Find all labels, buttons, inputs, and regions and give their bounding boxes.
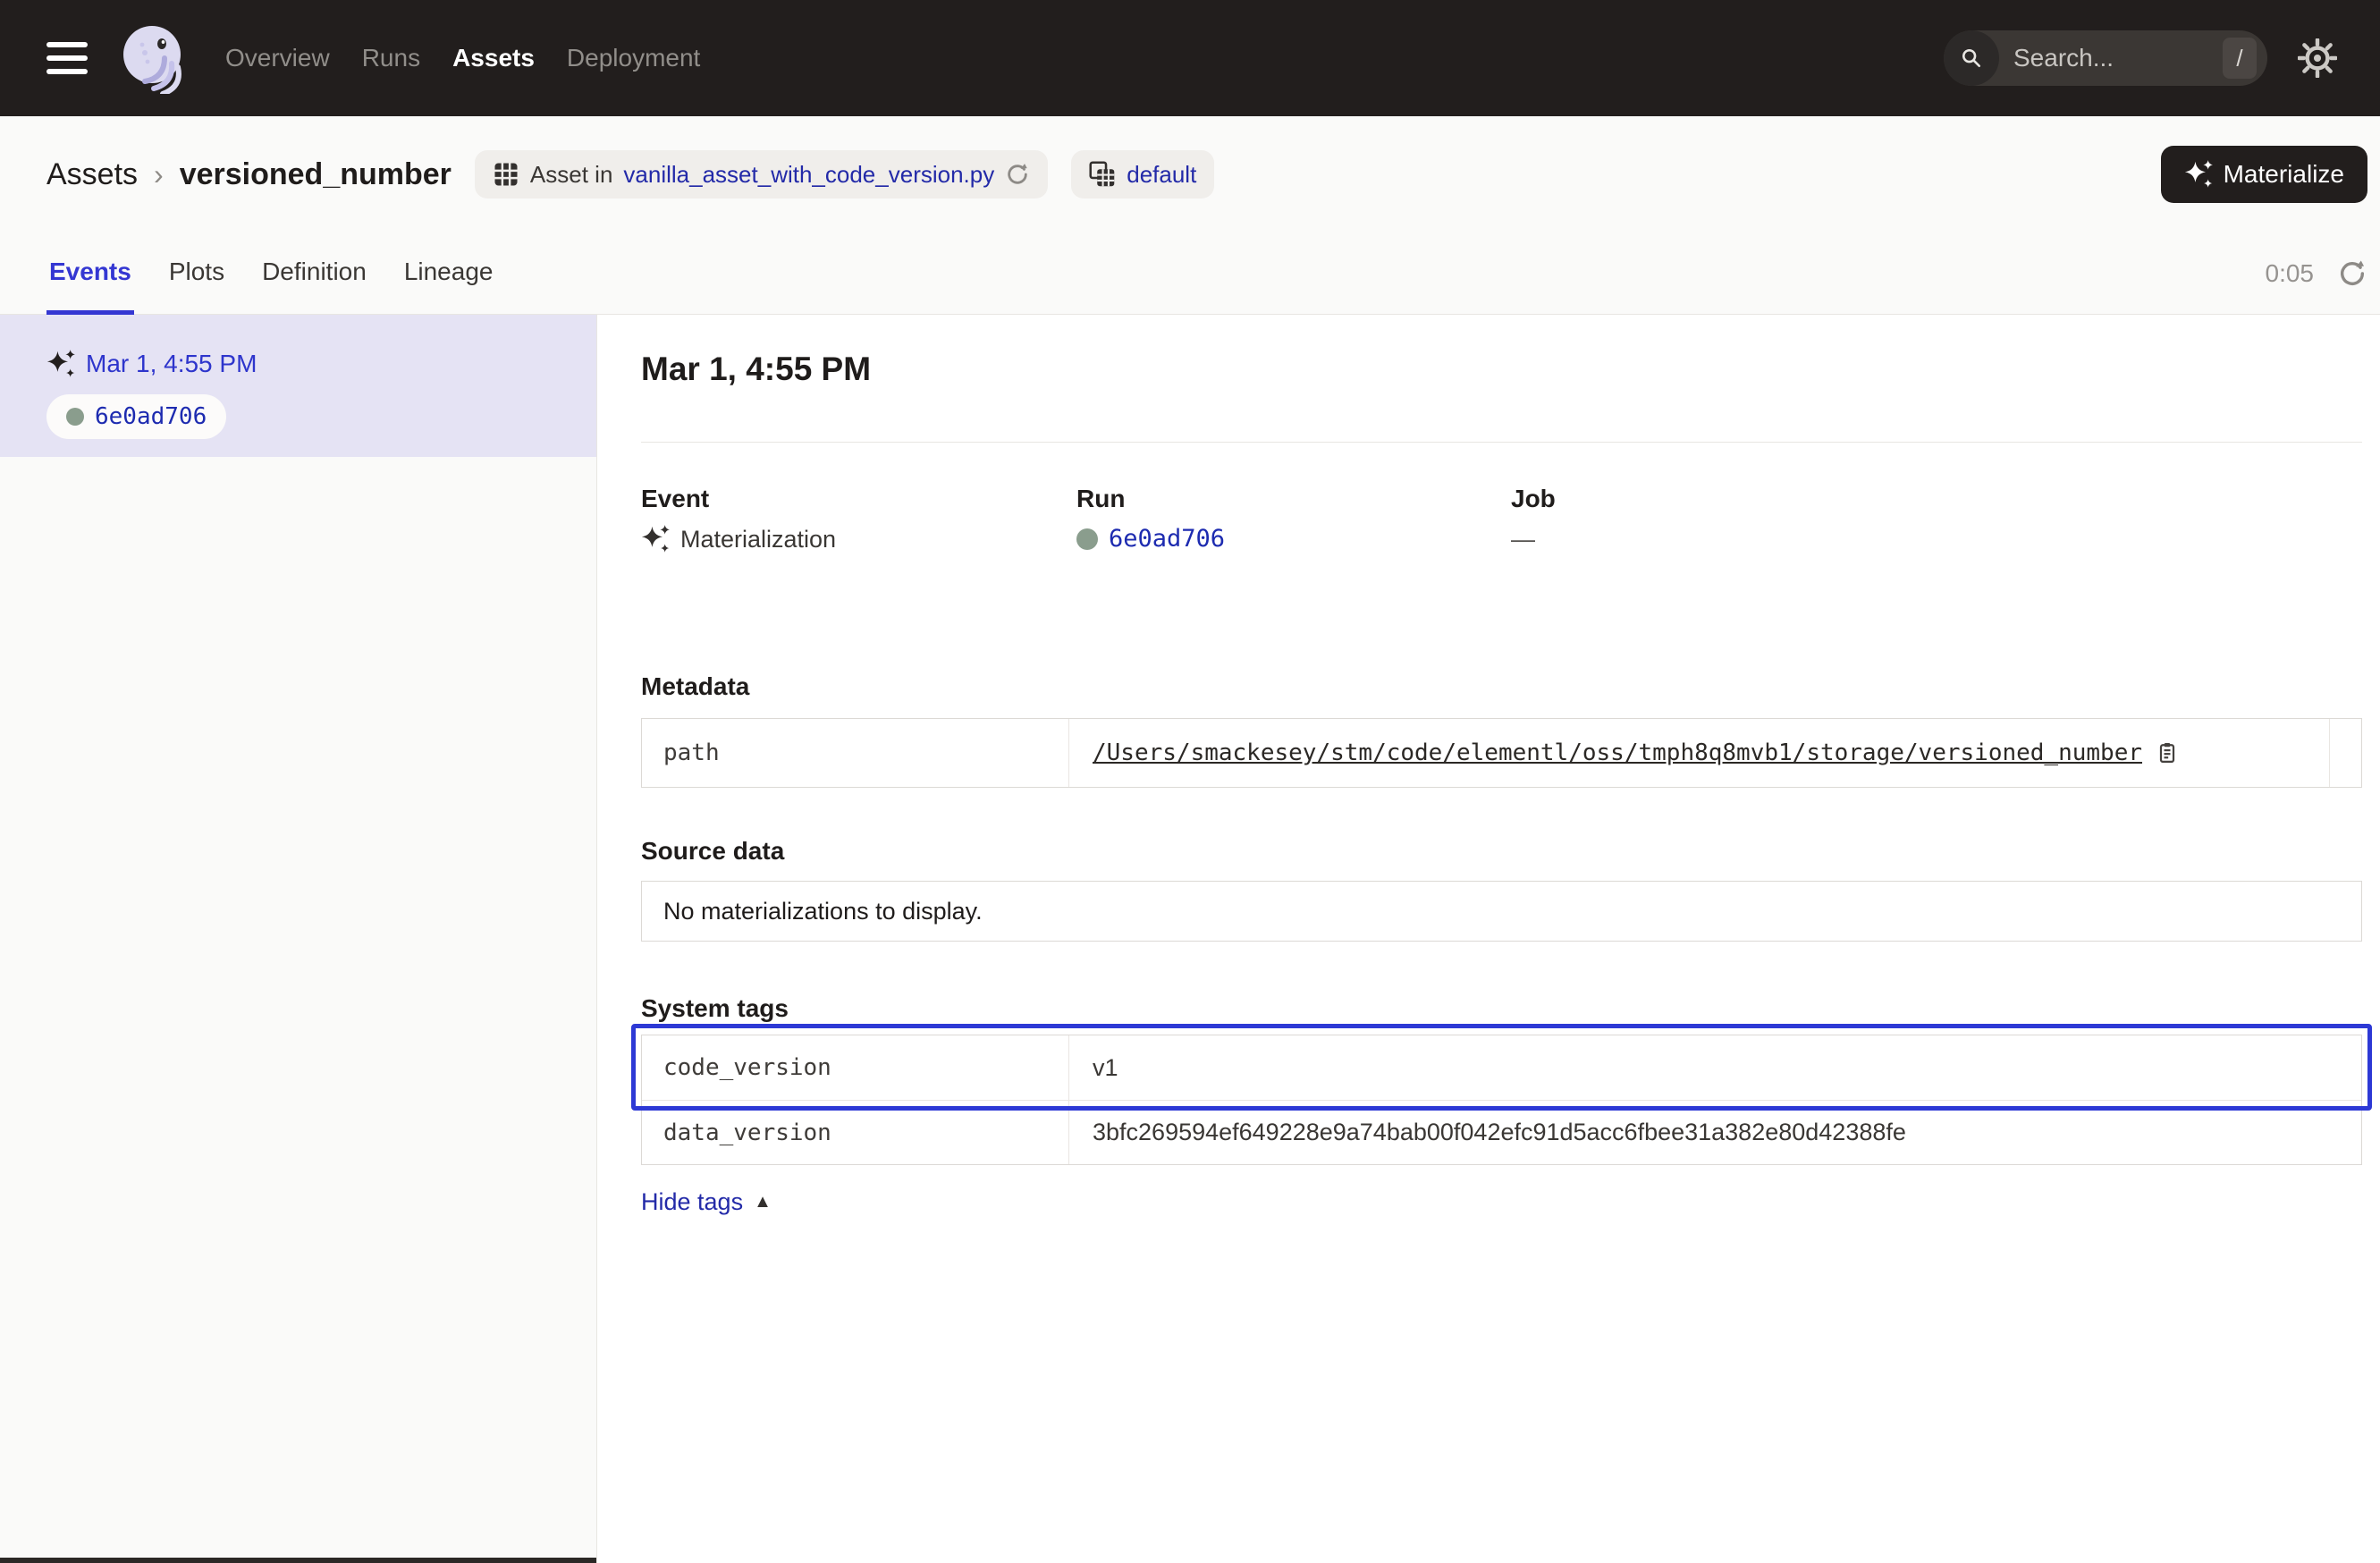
primary-nav: Overview Runs Assets Deployment — [225, 44, 700, 72]
run-column-header: Run — [1076, 484, 1511, 514]
nav-item-runs[interactable]: Runs — [362, 44, 420, 72]
table-end-cell — [2329, 719, 2361, 787]
divider — [641, 442, 2362, 443]
asset-chip-prefix: Asset in — [530, 161, 613, 189]
repository-link[interactable]: default — [1127, 161, 1196, 189]
tab-lineage[interactable]: Lineage — [401, 232, 496, 315]
event-detail-panel: Mar 1, 4:55 PM Event Materialization Run… — [597, 315, 2380, 1563]
table-row: code_version v1 — [642, 1035, 2361, 1100]
source-data-empty-message: No materializations to display. — [641, 881, 2362, 942]
materialize-button[interactable]: Materialize — [2161, 146, 2367, 203]
event-list-item[interactable]: Mar 1, 4:55 PM 6e0ad706 — [0, 315, 596, 457]
page-header: Assets › versioned_number Asset in vanil… — [0, 116, 2380, 232]
tab-definition[interactable]: Definition — [259, 232, 369, 315]
run-status-dot — [1076, 528, 1098, 550]
metadata-table: path /Users/smackesey/stm/code/elementl/… — [641, 718, 2362, 788]
tab-plots[interactable]: Plots — [166, 232, 227, 315]
path-value-link[interactable]: /Users/smackesey/stm/code/elementl/oss/t… — [1093, 739, 2142, 766]
metadata-key: path — [642, 719, 1069, 787]
event-detail-title: Mar 1, 4:55 PM — [641, 349, 2362, 390]
asset-tabs-bar: Events Plots Definition Lineage 0:05 — [0, 232, 2380, 315]
table-row: data_version 3bfc269594ef649228e9a74bab0… — [642, 1100, 2361, 1164]
source-data-heading: Source data — [641, 836, 2362, 866]
search-input[interactable] — [1999, 44, 2223, 72]
tag-key: code_version — [642, 1035, 1069, 1100]
repository-chip: default — [1071, 150, 1214, 199]
top-nav: Overview Runs Assets Deployment / — [0, 0, 2380, 116]
table-row: path /Users/smackesey/stm/code/elementl/… — [642, 719, 2361, 787]
nav-item-deployment[interactable]: Deployment — [567, 44, 700, 72]
chevron-right-icon: › — [154, 160, 164, 189]
nav-item-overview[interactable]: Overview — [225, 44, 330, 72]
search-bar[interactable]: / — [1944, 30, 2267, 86]
event-list-sidebar: Mar 1, 4:55 PM 6e0ad706 — [0, 315, 597, 1563]
bottom-panel-divider[interactable] — [0, 1558, 596, 1563]
code-location-link[interactable]: vanilla_asset_with_code_version.py — [623, 161, 994, 189]
run-status-dot — [66, 408, 84, 426]
breadcrumb: Assets › versioned_number — [46, 157, 452, 192]
system-tags-table: code_version v1 data_version 3bfc269594e… — [641, 1035, 2362, 1165]
sparkle-icon — [2184, 160, 2213, 189]
page-title: versioned_number — [180, 157, 452, 192]
materialization-sparkle-icon — [641, 525, 670, 553]
event-timestamp-link[interactable]: Mar 1, 4:55 PM — [86, 349, 257, 379]
search-icon — [1944, 30, 1999, 86]
breadcrumb-assets-link[interactable]: Assets — [46, 157, 138, 192]
copy-icon[interactable] — [2155, 740, 2180, 765]
tag-value: 3bfc269594ef649228e9a74bab00f042efc91d5a… — [1069, 1101, 2361, 1164]
hide-tags-link[interactable]: Hide tags ▲ — [641, 1188, 772, 1215]
event-type-value: Materialization — [680, 521, 836, 557]
nav-item-assets[interactable]: Assets — [452, 44, 535, 72]
system-tags-heading: System tags — [641, 993, 2362, 1024]
settings-gear-icon[interactable] — [2298, 38, 2337, 78]
asset-grid-icon — [493, 161, 519, 188]
metadata-heading: Metadata — [641, 672, 2362, 702]
materialization-sparkle-icon — [46, 350, 75, 378]
tab-events[interactable]: Events — [46, 232, 134, 315]
refresh-countdown: 0:05 — [2266, 259, 2315, 288]
collapse-arrow-icon: ▲ — [754, 1188, 772, 1215]
run-id-link[interactable]: 6e0ad706 — [1109, 521, 1225, 557]
tag-value: v1 — [1069, 1035, 2361, 1100]
event-run-badge[interactable]: 6e0ad706 — [46, 394, 226, 439]
search-shortcut-key: / — [2223, 38, 2257, 79]
asset-location-chip: Asset in vanilla_asset_with_code_version… — [475, 150, 1048, 199]
refresh-icon[interactable] — [2337, 258, 2367, 289]
job-column-header: Job — [1511, 484, 2362, 514]
dagster-logo[interactable] — [118, 22, 190, 94]
hamburger-menu-icon[interactable] — [46, 42, 88, 74]
reload-location-icon[interactable] — [1005, 162, 1030, 187]
repository-icon — [1089, 161, 1116, 188]
tag-key: data_version — [642, 1101, 1069, 1164]
event-column-header: Event — [641, 484, 1076, 514]
job-empty-value: — — [1511, 521, 1535, 557]
